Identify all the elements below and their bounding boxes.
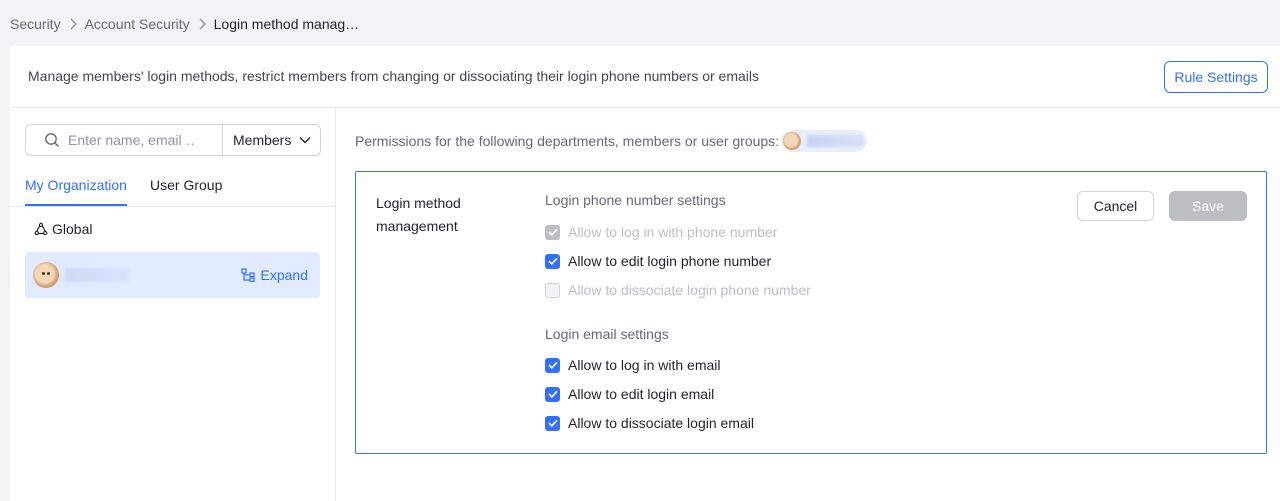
phone-section-title: Login phone number settings — [545, 192, 726, 208]
expand-label: Expand — [260, 267, 308, 283]
breadcrumb-security[interactable]: Security — [10, 16, 61, 32]
members-filter-select[interactable]: Members — [222, 125, 320, 155]
tab-user-group[interactable]: User Group — [150, 177, 222, 193]
main-content: Permissions for the following department… — [336, 108, 1280, 501]
chevron-down-icon — [299, 136, 311, 144]
option-email-login[interactable]: Allow to log in with email — [545, 357, 721, 373]
permissions-label: Permissions for the following department… — [355, 133, 780, 149]
tab-label: My Organization — [25, 177, 127, 193]
target-name-blurred — [807, 135, 864, 147]
option-label: Allow to edit login email — [568, 386, 715, 402]
permission-target-chip[interactable] — [781, 130, 868, 152]
tab-label: User Group — [150, 177, 223, 193]
expand-button[interactable]: Expand — [240, 267, 308, 283]
search-box: Members — [25, 124, 321, 156]
members-filter-label: Members — [233, 132, 292, 148]
checkbox-checked[interactable] — [545, 415, 560, 431]
global-icon — [34, 222, 48, 236]
org-tree-icon — [240, 268, 255, 282]
avatar — [783, 132, 802, 150]
header-panel: Manage members' login methods, restrict … — [10, 46, 1280, 108]
option-email-edit[interactable]: Allow to edit login email — [545, 386, 714, 402]
search-input[interactable] — [68, 132, 196, 148]
cancel-button[interactable]: Cancel — [1077, 191, 1154, 221]
chevron-right-icon — [198, 18, 206, 30]
page-description: Manage members' login methods, restrict … — [28, 68, 760, 84]
sidebar: Members My Organization User Group Globa… — [10, 108, 336, 501]
search-icon — [44, 132, 60, 148]
login-method-card: Login method management Login phone numb… — [355, 171, 1267, 454]
rule-settings-button[interactable]: Rule Settings — [1164, 61, 1268, 93]
save-button[interactable]: Save — [1169, 191, 1247, 221]
option-email-dissociate[interactable]: Allow to dissociate login email — [545, 415, 754, 431]
global-label: Global — [52, 221, 93, 237]
permissions-line: Permissions for the following department… — [355, 130, 868, 152]
global-item[interactable]: Global — [34, 221, 92, 237]
email-section-title: Login email settings — [545, 326, 669, 342]
card-title: Login method management — [376, 195, 461, 234]
member-name-blurred — [65, 268, 129, 282]
option-phone-dissociate[interactable]: Allow to dissociate login phone number — [545, 282, 811, 298]
option-label: Allow to dissociate login email — [568, 415, 754, 431]
avatar — [33, 262, 59, 288]
checkbox-checked[interactable] — [545, 357, 560, 373]
option-label: Allow to log in with phone number — [568, 224, 778, 240]
checkbox-checked[interactable] — [545, 386, 560, 402]
tab-my-organization[interactable]: My Organization — [25, 177, 127, 206]
option-phone-login[interactable]: Allow to log in with phone number — [545, 224, 777, 240]
breadcrumb: Security Account Security Login method m… — [10, 14, 359, 34]
option-label: Allow to edit login phone number — [568, 253, 772, 269]
breadcrumb-account-security[interactable]: Account Security — [85, 16, 190, 32]
member-list-item[interactable]: Expand — [25, 252, 320, 298]
active-tab-indicator — [25, 204, 127, 206]
breadcrumb-current: Login method manag… — [213, 16, 360, 32]
chevron-right-icon — [69, 18, 77, 30]
option-phone-edit[interactable]: Allow to edit login phone number — [545, 253, 771, 269]
option-label: Allow to log in with email — [568, 357, 721, 373]
option-label: Allow to dissociate login phone number — [568, 282, 811, 298]
checkbox-checked-disabled[interactable] — [545, 224, 560, 240]
sidebar-tabs: My Organization User Group — [10, 172, 335, 207]
checkbox-unchecked-disabled[interactable] — [545, 282, 560, 298]
checkbox-checked[interactable] — [545, 253, 560, 269]
